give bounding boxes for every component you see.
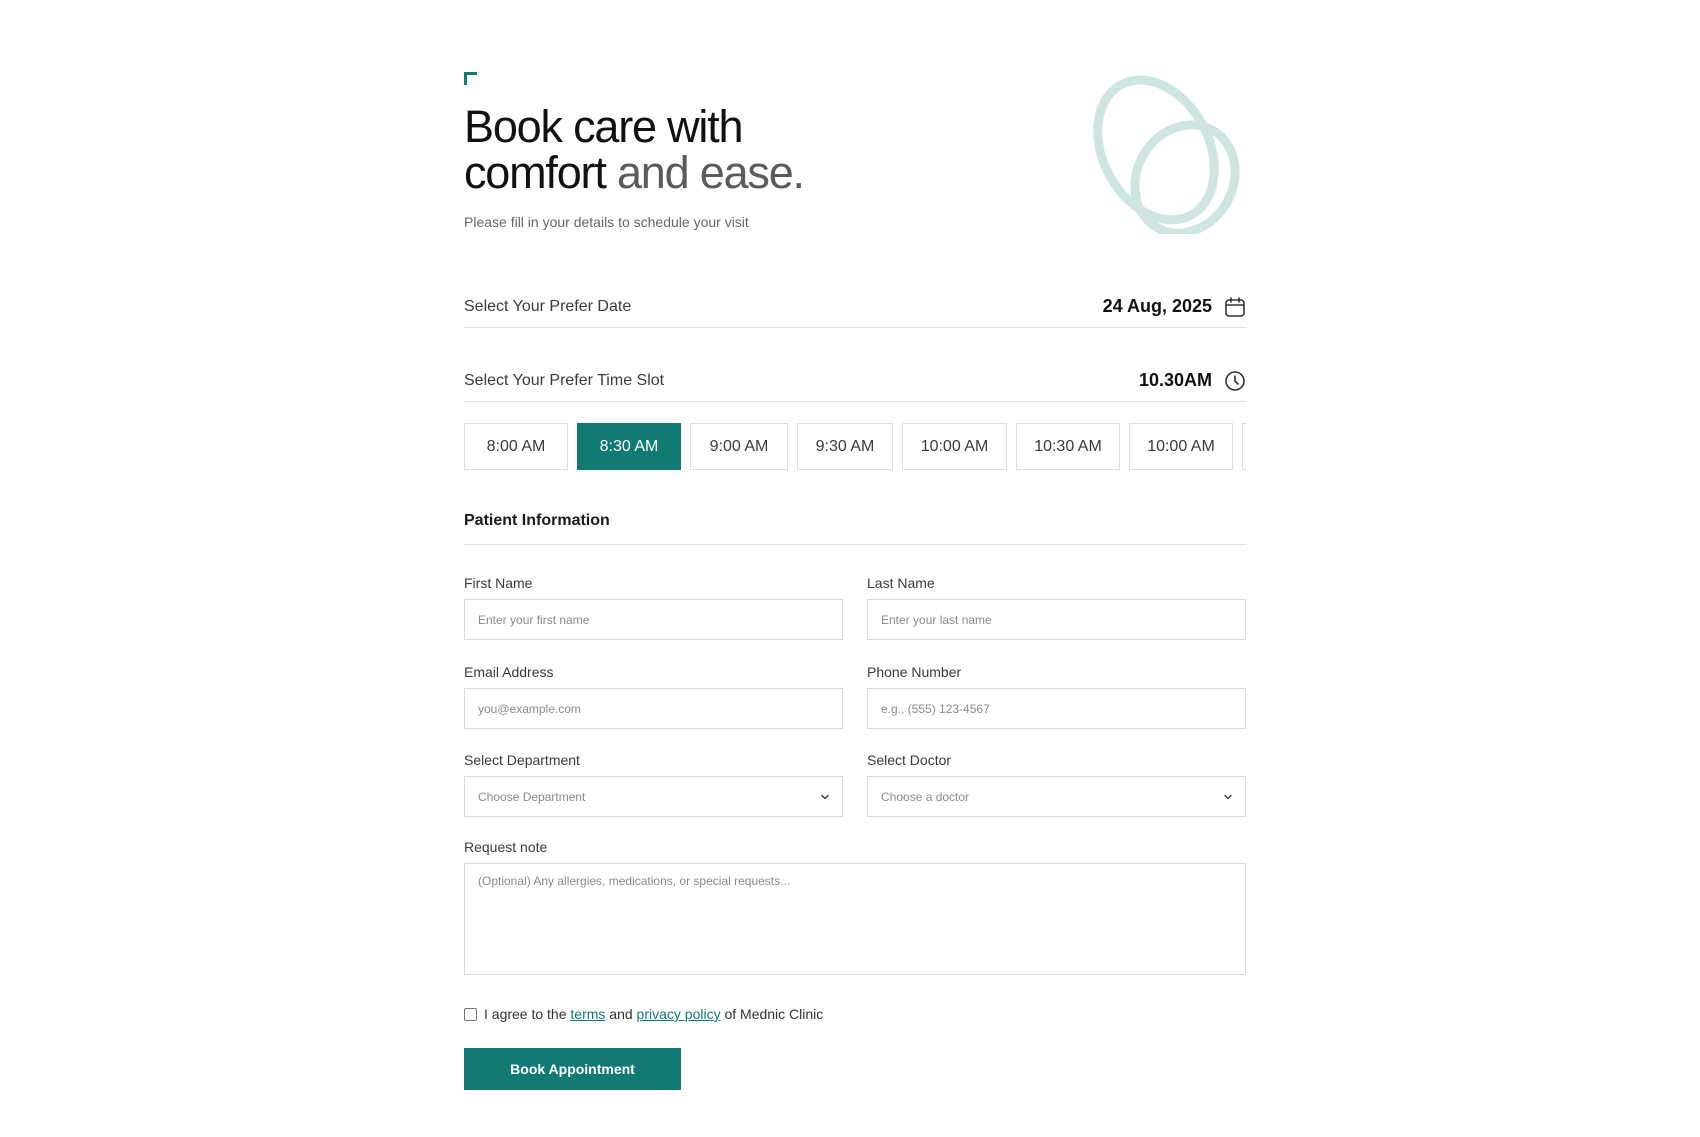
agree-prefix: I agree to the	[484, 1006, 567, 1022]
department-select[interactable]: Choose Department	[464, 776, 843, 817]
department-label: Select Department	[464, 752, 580, 768]
request-note-textarea[interactable]	[464, 863, 1246, 975]
time-value: 10.30AM	[1138, 370, 1212, 390]
time-value-picker[interactable]: 10.30AM	[1139, 370, 1246, 392]
phone-label: Phone Number	[867, 664, 962, 680]
doctor-group: Select Doctor Choose a doctor	[867, 751, 1246, 817]
email-label: Email Address	[464, 664, 554, 680]
agree-suffix: of Mednic Clinic	[724, 1006, 824, 1022]
time-label: Select Your Prefer Time Slot	[464, 371, 665, 389]
agree-and: and	[609, 1006, 633, 1022]
title-line-2-strong: comfort	[464, 147, 607, 198]
time-slot-button[interactable]: 10:00 AM	[1129, 423, 1233, 470]
corner-accent	[464, 72, 477, 85]
privacy-policy-link[interactable]: privacy policy	[637, 1006, 721, 1022]
first-name-group: First Name	[464, 574, 843, 640]
request-note-label: Request note	[464, 839, 548, 855]
chevron-down-icon	[821, 794, 829, 799]
time-slot-list: 8:00 AM 8:30 AM 9:00 AM 9:30 AM 10:00 AM…	[464, 423, 1246, 470]
last-name-input[interactable]	[867, 599, 1246, 640]
last-name-group: Last Name	[867, 574, 1246, 640]
date-value: 24 Aug, 2025	[1102, 296, 1212, 316]
doctor-select-value: Choose a doctor	[881, 789, 970, 804]
email-group: Email Address	[464, 663, 843, 729]
page-subtitle: Please fill in your details to schedule …	[464, 214, 749, 230]
title-line-1: Book care with	[464, 101, 744, 152]
department-select-value: Choose Department	[478, 789, 586, 804]
date-label: Select Your Prefer Date	[464, 297, 632, 315]
time-slot-button[interactable]: 9:30 AM	[797, 423, 893, 470]
department-group: Select Department Choose Department	[464, 751, 843, 817]
request-note-group: Request note	[464, 838, 1246, 980]
time-slot-button[interactable]: 10:00 AM	[902, 423, 1007, 470]
time-slot-button[interactable]: 10:30 AM	[1016, 423, 1120, 470]
email-input[interactable]	[464, 688, 843, 729]
date-value-picker[interactable]: 24 Aug, 2025	[1103, 296, 1246, 318]
time-row[interactable]: Select Your Prefer Time Slot 10.30AM	[464, 360, 1246, 402]
first-name-label: First Name	[464, 575, 533, 591]
doctor-select[interactable]: Choose a doctor	[867, 776, 1246, 817]
title-line-2-muted: and ease.	[616, 147, 805, 198]
terms-checkbox[interactable]	[464, 1007, 477, 1021]
page-title: Book care with comfort and ease.	[464, 101, 805, 198]
time-slot-button-partial[interactable]	[1242, 423, 1246, 470]
time-slot-button[interactable]: 8:00 AM	[464, 423, 568, 470]
last-name-label: Last Name	[867, 575, 935, 591]
book-appointment-button[interactable]: Book Appointment	[464, 1048, 681, 1090]
terms-link[interactable]: terms	[570, 1006, 605, 1022]
time-slot-button[interactable]: 9:00 AM	[690, 423, 788, 470]
chevron-down-icon	[1224, 794, 1232, 799]
doctor-label: Select Doctor	[867, 752, 952, 768]
calendar-icon[interactable]	[1224, 296, 1246, 318]
first-name-input[interactable]	[464, 599, 843, 640]
phone-group: Phone Number	[867, 663, 1246, 729]
date-row[interactable]: Select Your Prefer Date 24 Aug, 2025	[464, 286, 1246, 328]
clock-icon[interactable]	[1224, 370, 1246, 392]
patient-info-heading: Patient Information	[464, 512, 1246, 545]
time-slot-button-selected[interactable]: 8:30 AM	[577, 423, 681, 470]
terms-agreement: I agree to the terms and privacy policy …	[464, 1006, 823, 1022]
phone-input[interactable]	[867, 688, 1246, 729]
decorative-rings-icon	[1093, 75, 1240, 234]
